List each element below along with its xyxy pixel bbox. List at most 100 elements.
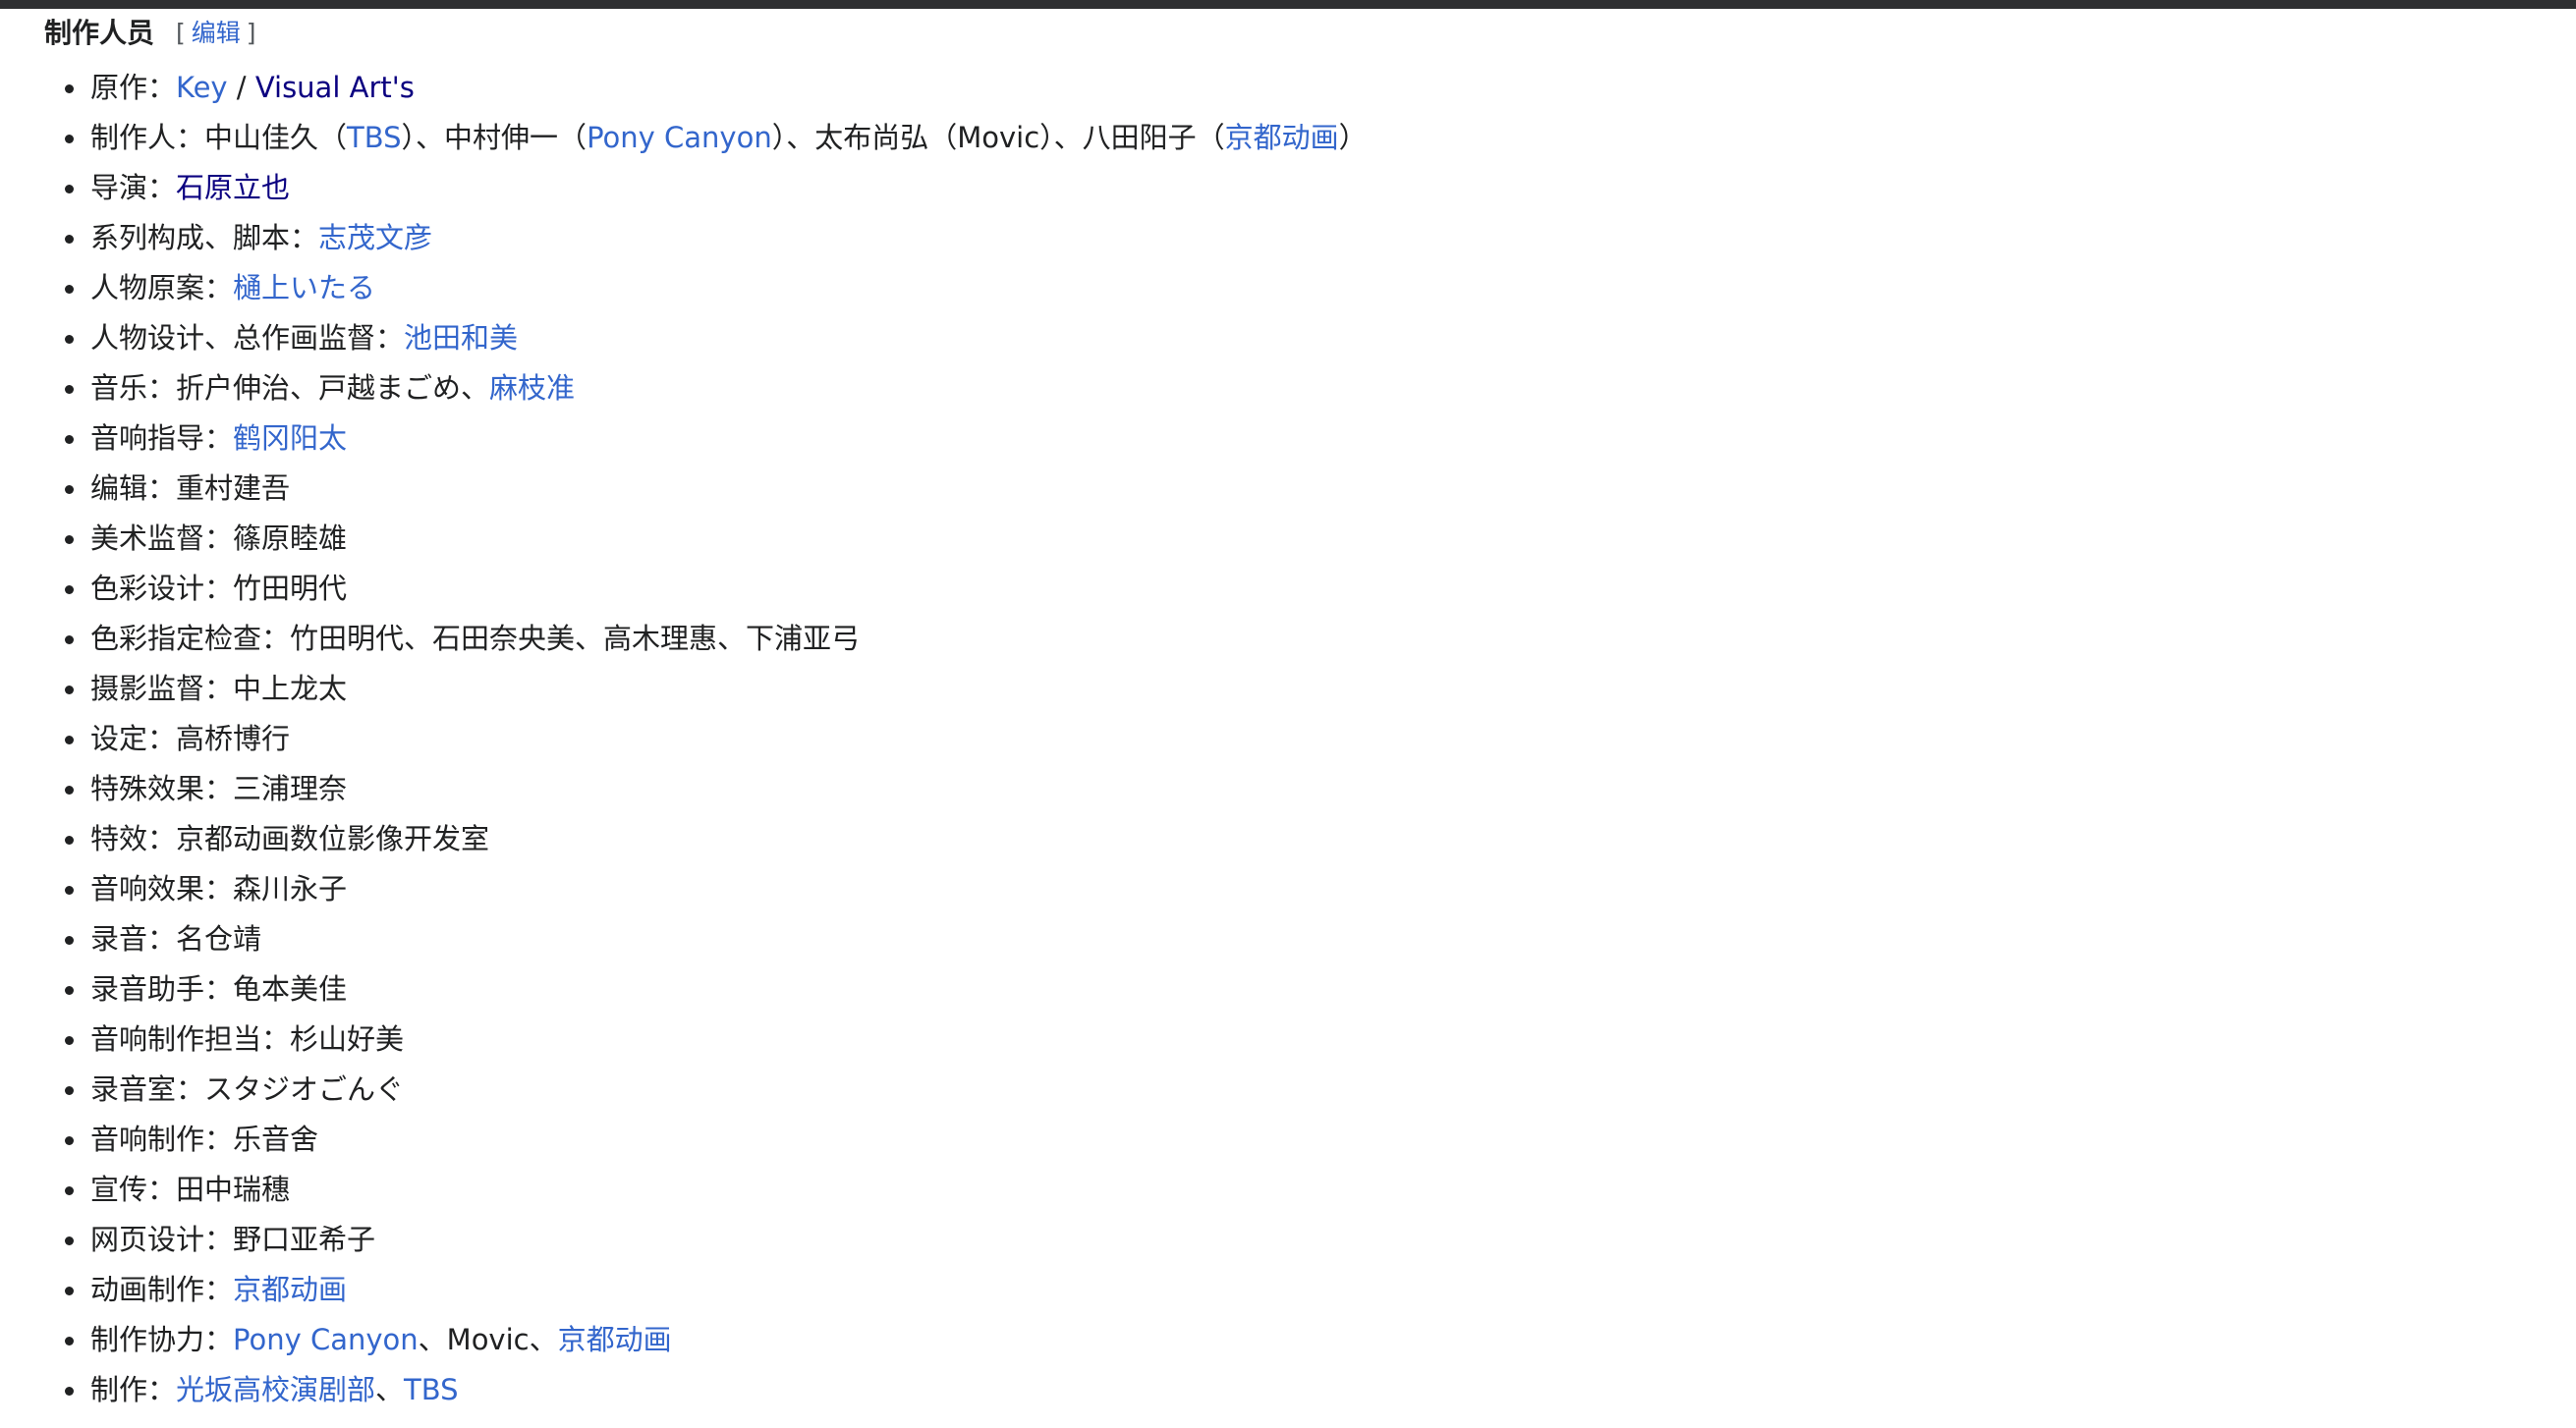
bullet-icon [65, 936, 74, 945]
credit-link[interactable]: Pony Canyon [233, 1323, 419, 1356]
credit-text: 高桥博行 [176, 722, 291, 755]
bullet-icon [65, 235, 74, 244]
credit-text: 森川永子 [233, 872, 348, 906]
credit-link[interactable]: 鹤冈阳太 [233, 421, 347, 455]
credit-item: 制作人：中山佳久（TBS）、中村伸一（Pony Canyon）、太布尚弘（Mov… [44, 113, 2540, 163]
credit-role: 网页设计： [90, 1223, 234, 1256]
credit-link[interactable]: Key [176, 71, 228, 104]
edit-section-link[interactable]: 编辑 [192, 19, 241, 47]
credit-role: 设定： [90, 722, 177, 755]
credit-text: 、 [375, 1373, 405, 1406]
section-heading-row: 制作人员 [编辑] [44, 14, 2540, 53]
credit-link[interactable]: 志茂文彦 [318, 221, 432, 254]
bullet-icon [65, 585, 74, 594]
credit-link[interactable]: 麻枝准 [489, 371, 575, 405]
staff-credits-list: 原作：Key / Visual Art's 制作人：中山佳久（TBS）、中村伸一（… [44, 63, 2540, 1415]
bullet-icon [65, 135, 74, 143]
credit-link[interactable]: Visual Art's [255, 71, 415, 104]
bullet-icon [65, 1136, 74, 1145]
credit-item: 原作：Key / Visual Art's [44, 63, 2540, 113]
credit-item: 人物设计、总作画监督：池田和美 [44, 313, 2540, 363]
credit-item: 美术监督：篠原睦雄 [44, 514, 2540, 564]
credit-text: 龟本美佳 [233, 972, 348, 1006]
credit-text: 中上龙太 [233, 672, 348, 705]
credit-role: 色彩指定检查： [90, 622, 291, 655]
credit-item: 音响效果：森川永子 [44, 864, 2540, 914]
credit-link[interactable]: 樋上いたる [233, 271, 375, 304]
credit-role: 色彩设计： [90, 572, 234, 605]
bullet-icon [65, 1287, 74, 1295]
credit-item: 摄影监督：中上龙太 [44, 664, 2540, 714]
credit-item: 特殊效果：三浦理奈 [44, 764, 2540, 814]
credit-role: 人物原案： [90, 271, 234, 304]
credit-role: 音响指导： [90, 421, 234, 455]
credit-item: 音响制作担当：杉山好美 [44, 1015, 2540, 1065]
bullet-icon [65, 435, 74, 444]
credit-item: 录音：名仓靖 [44, 914, 2540, 964]
credit-link[interactable]: Pony Canyon [587, 121, 772, 154]
credit-role: 摄影监督： [90, 672, 234, 705]
credit-role: 系列构成、脚本： [90, 221, 319, 254]
staff-section: 制作人员 [编辑] 原作：Key / Visual Art's 制作人：中山佳久（… [44, 14, 2540, 1415]
bullet-icon [65, 1186, 74, 1195]
credit-role: 制作协力： [90, 1323, 234, 1356]
credit-role: 音响效果： [90, 872, 234, 906]
credit-text: 重村建吾 [176, 471, 291, 505]
credit-role: 制作： [90, 1373, 177, 1406]
bullet-icon [65, 686, 74, 694]
credit-item: 特效：京都动画数位影像开发室 [44, 814, 2540, 864]
credit-link[interactable]: TBS [347, 121, 402, 154]
bullet-icon [65, 84, 74, 93]
credit-item: 导演：石原立也 [44, 163, 2540, 213]
credit-link[interactable]: TBS [404, 1373, 459, 1406]
credit-link[interactable]: 京都动画 [558, 1323, 672, 1356]
credit-item: 音乐：折户伸治、戸越まごめ、麻枝准 [44, 363, 2540, 413]
bullet-icon [65, 736, 74, 744]
credit-role: 音响制作担当： [90, 1022, 291, 1056]
bullet-icon [65, 535, 74, 544]
credit-link[interactable]: 池田和美 [404, 321, 518, 355]
credit-item: 网页设计：野口亚希子 [44, 1215, 2540, 1265]
credit-text: 篠原睦雄 [233, 522, 348, 555]
credit-text: 三浦理奈 [233, 772, 348, 805]
credit-role: 美术监督： [90, 522, 234, 555]
bullet-icon [65, 1086, 74, 1095]
bullet-icon [65, 385, 74, 394]
credit-item: 录音室：スタジオごんぐ [44, 1065, 2540, 1115]
credit-link[interactable]: 石原立也 [176, 171, 290, 204]
credit-role: 宣传： [90, 1173, 177, 1206]
credit-text: 竹田明代、石田奈央美、高木理惠、下浦亚弓 [290, 622, 861, 655]
bullet-icon [65, 185, 74, 193]
credit-text: 杉山好美 [290, 1022, 405, 1056]
edit-bracket-open: [ [176, 19, 186, 47]
section-title: 制作人员 [44, 17, 155, 49]
credit-link[interactable]: 光坂高校演剧部 [176, 1373, 375, 1406]
credit-text: ）、中村伸一（ [401, 121, 588, 154]
credit-text: 乐音舍 [233, 1123, 319, 1156]
credit-link[interactable]: 京都动画 [1225, 121, 1339, 154]
credit-role: 导演： [90, 171, 177, 204]
credit-item: 音响制作：乐音舍 [44, 1115, 2540, 1165]
credit-text: / [227, 71, 255, 104]
credit-text: 野口亚希子 [233, 1223, 376, 1256]
bullet-icon [65, 1387, 74, 1396]
credit-text: ）、太布尚弘（Movic）、八田阳子（ [771, 121, 1225, 154]
edit-bracket-close: ] [246, 19, 256, 47]
credit-role: 人物设计、总作画监督： [90, 321, 405, 355]
credit-link[interactable]: 京都动画 [233, 1273, 347, 1306]
credit-role: 动画制作： [90, 1273, 234, 1306]
credit-role: 特效： [90, 822, 177, 855]
bullet-icon [65, 285, 74, 294]
bullet-icon [65, 485, 74, 494]
top-bar [0, 0, 2576, 9]
credit-item: 编辑：重村建吾 [44, 464, 2540, 514]
credit-role: 录音室： [90, 1072, 205, 1106]
credit-item: 系列构成、脚本：志茂文彦 [44, 213, 2540, 263]
credit-item: 设定：高桥博行 [44, 714, 2540, 764]
credit-item: 动画制作：京都动画 [44, 1265, 2540, 1315]
credit-text: 折户伸治、戸越まごめ、 [176, 371, 490, 405]
credit-item: 录音助手：龟本美佳 [44, 964, 2540, 1015]
credit-role: 录音： [90, 922, 177, 956]
credit-text: 田中瑞穗 [176, 1173, 291, 1206]
bullet-icon [65, 335, 74, 344]
